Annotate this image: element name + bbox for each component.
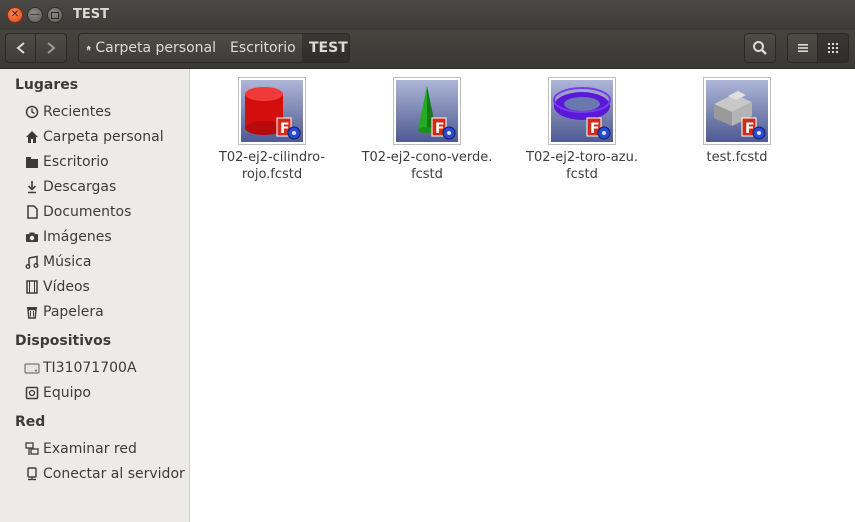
server-icon <box>24 466 40 482</box>
file-thumbnail: F <box>548 77 616 145</box>
close-window-button[interactable]: ✕ <box>7 7 23 23</box>
sidebar-item-label: Documentos <box>43 204 132 220</box>
blue-torus-icon: F <box>553 87 611 140</box>
sidebar-item-examinar-red[interactable]: Examinar red <box>24 438 137 460</box>
file-name-line2: fcstd <box>566 167 598 182</box>
clock-icon <box>24 104 40 120</box>
download-icon <box>24 179 40 195</box>
trash-icon <box>24 304 40 320</box>
sidebar-item-drive[interactable]: TI31071700A <box>24 357 137 379</box>
file-item[interactable]: F test.fcstd <box>662 77 812 197</box>
chevron-left-icon <box>15 42 25 54</box>
home-icon <box>86 45 92 51</box>
file-thumbnail: F <box>703 77 771 145</box>
title-bar: ✕ — TEST <box>0 0 855 30</box>
sidebar-item-label: Equipo <box>43 385 91 401</box>
breadcrumb-label: Carpeta personal <box>95 40 216 56</box>
document-icon <box>24 204 40 220</box>
sidebar-item-label: Imágenes <box>43 229 112 245</box>
file-name: test.fcstd <box>662 149 812 166</box>
file-item[interactable]: F T02-ej2-toro-azu. fcstd <box>507 77 657 197</box>
folder-icon <box>24 154 40 170</box>
file-name: T02-ej2-cono-verde. fcstd <box>352 149 502 183</box>
sidebar-item-label: TI31071700A <box>43 360 137 376</box>
sidebar: Lugares Recientes Carpeta personal Escri… <box>0 69 190 522</box>
sidebar-item-imagenes[interactable]: Imágenes <box>24 226 112 248</box>
sidebar-item-papelera[interactable]: Papelera <box>24 301 104 323</box>
sidebar-item-carpeta-personal[interactable]: Carpeta personal <box>24 126 164 148</box>
file-thumbnail: F <box>238 77 306 145</box>
close-icon: ✕ <box>10 9 20 20</box>
sidebar-item-label: Papelera <box>43 304 104 320</box>
sidebar-item-escritorio[interactable]: Escritorio <box>24 151 109 173</box>
file-name-line1: T02-ej2-toro-azu. <box>526 150 638 165</box>
maximize-icon <box>51 11 59 19</box>
sidebar-item-recientes[interactable]: Recientes <box>24 101 111 123</box>
film-icon <box>24 279 40 295</box>
grid-view-button[interactable] <box>818 33 849 63</box>
sidebar-item-label: Examinar red <box>43 441 137 457</box>
back-button[interactable] <box>5 33 36 63</box>
file-name-line1: T02-ej2-cono-verde. <box>361 150 493 165</box>
breadcrumb-current[interactable]: TEST <box>302 33 350 63</box>
window-title: TEST <box>73 7 109 22</box>
sidebar-section-lugares: Lugares <box>15 77 79 93</box>
search-button[interactable] <box>744 33 776 63</box>
sidebar-item-label: Recientes <box>43 104 112 120</box>
sidebar-item-documentos[interactable]: Documentos <box>24 201 131 223</box>
gray-block-icon: F <box>714 91 766 140</box>
sidebar-item-label: Descargas <box>43 179 117 195</box>
sidebar-item-label: Vídeos <box>43 279 90 295</box>
breadcrumb-escritorio[interactable]: Escritorio <box>223 33 303 63</box>
home-icon <box>24 129 40 145</box>
forward-button[interactable] <box>36 33 67 63</box>
network-icon <box>24 441 40 457</box>
search-icon <box>753 41 767 55</box>
camera-icon <box>24 229 40 245</box>
sidebar-item-musica[interactable]: Música <box>24 251 91 273</box>
sidebar-section-dispositivos: Dispositivos <box>15 333 112 349</box>
toolbar: Carpeta personal Escritorio TEST <box>0 30 855 69</box>
computer-icon <box>24 385 40 401</box>
breadcrumb-label: Escritorio <box>230 40 296 56</box>
sidebar-item-descargas[interactable]: Descargas <box>24 176 116 198</box>
list-view-icon <box>797 44 808 52</box>
file-thumbnail: F <box>393 77 461 145</box>
music-icon <box>24 254 40 270</box>
drive-icon <box>24 360 40 376</box>
grid-view-icon <box>828 43 838 53</box>
file-name: T02-ej2-cilindro- rojo.fcstd <box>197 149 347 183</box>
maximize-window-button[interactable] <box>47 7 63 23</box>
list-view-button[interactable] <box>787 33 818 63</box>
breadcrumb-home[interactable]: Carpeta personal <box>78 33 224 63</box>
file-manager-window: ✕ — TEST Carpeta personal Escritorio TES… <box>0 0 855 522</box>
green-cone-icon: F <box>418 86 456 140</box>
minimize-window-button[interactable]: — <box>27 7 43 23</box>
red-cylinder-icon: F <box>245 87 301 140</box>
sidebar-item-label: Carpeta personal <box>43 129 164 145</box>
file-name-line2: rojo.fcstd <box>241 167 303 182</box>
sidebar-item-label: Escritorio <box>43 154 109 170</box>
sidebar-item-videos[interactable]: Vídeos <box>24 276 90 298</box>
file-view: F T02-ej2-cilindro- rojo.fcstd F T02-ej2… <box>190 69 855 522</box>
breadcrumb-label: TEST <box>309 40 348 56</box>
chevron-right-icon <box>47 42 56 54</box>
minimize-icon: — <box>30 9 40 20</box>
file-item[interactable]: F T02-ej2-cono-verde. fcstd <box>352 77 502 197</box>
file-name: T02-ej2-toro-azu. fcstd <box>507 149 657 183</box>
file-item[interactable]: F T02-ej2-cilindro- rojo.fcstd <box>197 77 347 197</box>
sidebar-item-label: Música <box>43 254 92 270</box>
file-name-line2: fcstd <box>411 167 443 182</box>
sidebar-item-equipo[interactable]: Equipo <box>24 382 91 404</box>
sidebar-item-label: Conectar al servidor <box>43 466 185 482</box>
file-name-line1: T02-ej2-cilindro- <box>218 150 326 165</box>
file-name-line1: test.fcstd <box>706 150 768 165</box>
sidebar-section-red: Red <box>15 414 46 430</box>
sidebar-item-conectar-servidor[interactable]: Conectar al servidor <box>24 463 185 485</box>
